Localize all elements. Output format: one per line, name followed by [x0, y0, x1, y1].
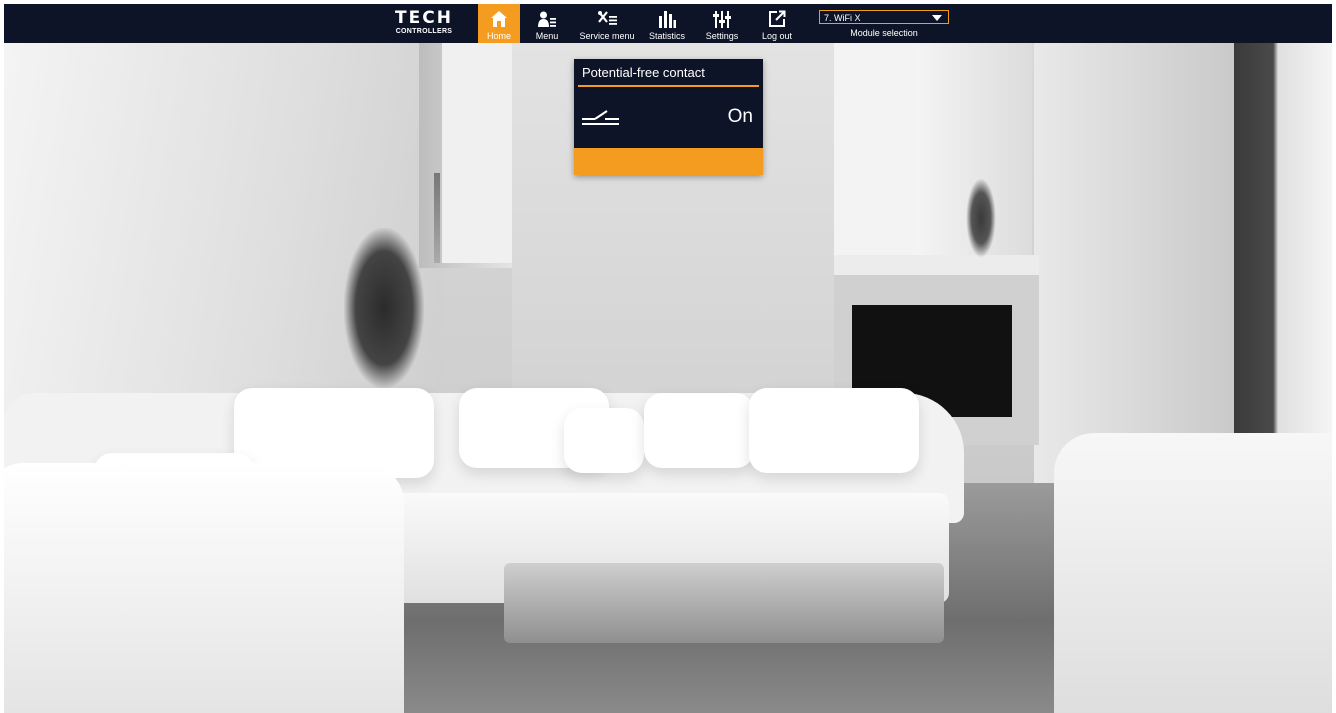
- tile-footer-bar: [574, 148, 763, 175]
- tech-controllers-logo: TECH CONTROLLERS: [392, 10, 456, 38]
- tools-icon: [598, 11, 617, 25]
- nav-menu-label: Menu: [535, 31, 559, 41]
- nav-statistics-label: Statistics: [648, 31, 685, 41]
- nav-home-button[interactable]: Home: [478, 4, 520, 43]
- user-menu-icon: [538, 11, 556, 27]
- logout-icon: [769, 10, 786, 27]
- tile-status-value: On: [727, 106, 753, 127]
- nav-statistics-button[interactable]: Statistics: [644, 4, 690, 43]
- chevron-down-icon: [932, 15, 942, 21]
- top-navigation-bar: TECH CONTROLLERS Home Menu Service menu …: [4, 4, 1332, 43]
- sliders-icon: [713, 11, 731, 28]
- contact-switch-icon: [582, 110, 619, 125]
- home-icon: [491, 11, 507, 27]
- nav-settings-label: Settings: [705, 31, 739, 41]
- module-selection-label: Module selection: [850, 28, 918, 38]
- nav-service-menu-label: Service menu: [579, 31, 635, 41]
- tile-header: Potential-free contact: [574, 59, 763, 87]
- module-selection: 7. WiFi X Module selection: [819, 10, 949, 38]
- module-select-dropdown[interactable]: 7. WiFi X: [819, 10, 949, 24]
- nav-logout-label: Log out: [761, 31, 793, 41]
- tile-title: Potential-free contact: [582, 65, 705, 80]
- module-selected-value: 7. WiFi X: [824, 13, 861, 23]
- tile-body: On: [574, 87, 763, 148]
- nav-service-menu-button[interactable]: Service menu: [576, 4, 638, 43]
- nav-logout-button[interactable]: Log out: [758, 4, 796, 43]
- bar-chart-icon: [659, 11, 676, 28]
- app-frame: TECH CONTROLLERS Home Menu Service menu …: [4, 4, 1332, 713]
- logo-sub-text: CONTROLLERS: [395, 28, 453, 35]
- logo-main-text: TECH: [395, 8, 453, 28]
- nav-menu-button[interactable]: Menu: [528, 4, 566, 43]
- nav-settings-button[interactable]: Settings: [701, 4, 743, 43]
- potential-free-contact-tile[interactable]: Potential-free contact On: [574, 59, 763, 175]
- nav-home-label: Home: [486, 31, 511, 41]
